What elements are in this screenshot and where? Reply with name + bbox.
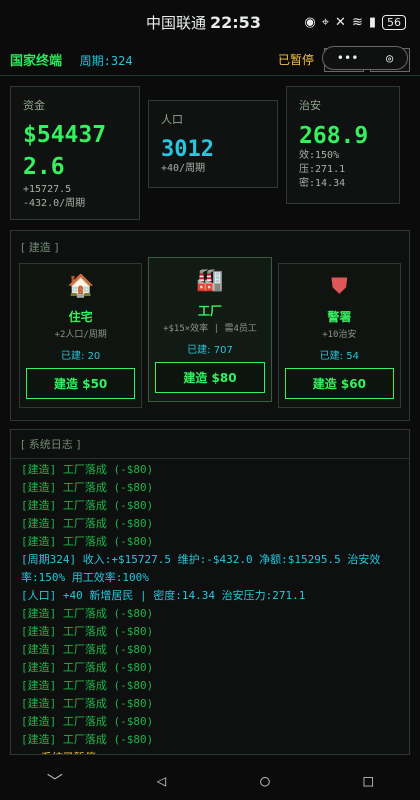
money-label: 资金 <box>23 99 45 112</box>
build-name: 工厂 <box>197 304 222 318</box>
population-card: 人口 3012 +40/周期 <box>148 100 278 188</box>
security-density: 密:14.34 <box>299 178 346 189</box>
money-value: $54437 2.6 <box>23 122 107 180</box>
population-label: 人口 <box>161 113 183 126</box>
carrier-label: 中国联通 <box>146 13 207 32</box>
status-bar: 中国联通 22:53 ◉ ⌖ ✕ ≋ ▮ 56 <box>0 0 420 44</box>
chevron-down-icon[interactable]: ﹀ <box>47 768 63 792</box>
miniprogram-capsule: ••• ◎ <box>322 46 408 70</box>
population-delta: +40/周期 <box>161 163 206 174</box>
home-icon[interactable]: ○ <box>260 771 270 790</box>
house-icon: 🏠 <box>66 274 95 299</box>
log-line: [建造] 工厂落成 (-$80) <box>21 715 154 728</box>
mute-icon: ✕ <box>335 14 346 30</box>
log-line: [建造] 工厂落成 (-$80) <box>21 463 154 476</box>
factory-icon: 🏭 <box>196 268 224 293</box>
app-title: 国家终端 <box>10 54 63 69</box>
signal-icon: ▮ <box>368 14 376 30</box>
log-line: [建造] 工厂落成 (-$80) <box>21 643 154 656</box>
build-card-factory: 🏭 工厂 +$15×效率 | 需4员工 已建: 707 建造 $80 <box>148 257 272 402</box>
build-card-police: ⛊ 警署 +10治安 已建: 54 建造 $60 <box>277 263 401 408</box>
battery-icon: 56 <box>382 14 406 30</box>
eye-icon: ◉ <box>304 14 316 30</box>
build-desc: +2人口/周期 <box>54 330 107 340</box>
security-card: 治安 268.9 效:150% 压:271.1 密:14.34 <box>286 86 400 204</box>
build-name: 警署 <box>327 310 352 324</box>
population-value: 3012 <box>161 137 214 162</box>
system-nav-bar: ﹀ ◁ ○ □ <box>0 760 420 800</box>
build-house-button[interactable]: 建造 $50 <box>26 368 136 399</box>
log-line: [人口] +40 新增居民 | 密度:14.34 治安压力:271.1 <box>21 589 306 602</box>
build-desc: +10治安 <box>322 330 357 340</box>
build-name: 住宅 <box>68 310 93 324</box>
paused-label: 已暂停 <box>277 53 314 67</box>
money-income: +15727.5 <box>23 184 72 195</box>
log-line: [建造] 工厂落成 (-$80) <box>21 697 154 710</box>
log-line: [建造] 工厂落成 (-$80) <box>21 607 154 620</box>
system-log[interactable]: [ 系统日志 ] [建造] 工厂落成 (-$80) [建造] 工厂落成 (-$80… <box>10 429 410 755</box>
log-line: [建造] 工厂落成 (-$80) <box>21 733 154 746</box>
log-line: [建造] 工厂落成 (-$80) <box>21 499 154 512</box>
log-line: >> 系统已暂停 << <box>21 749 399 754</box>
log-line: [周期324] 收入:+$15727.5 维护:-$432.0 净额:$1529… <box>21 553 381 584</box>
build-panel: [ 建造 ] 🏠 住宅 +2人口/周期 已建: 20 建造 $50 🏭 工厂 +… <box>10 230 410 421</box>
security-label: 治安 <box>299 99 321 112</box>
log-line: [建造] 工厂落成 (-$80) <box>21 535 154 548</box>
close-icon[interactable]: ◎ <box>386 51 393 65</box>
log-body: [建造] 工厂落成 (-$80) [建造] 工厂落成 (-$80) [建造] 工厂落… <box>11 459 409 754</box>
log-line: [建造] 工厂落成 (-$80) <box>21 679 154 692</box>
build-factory-button[interactable]: 建造 $80 <box>155 362 265 393</box>
clock: 22:53 <box>210 12 261 32</box>
log-line: [建造] 工厂落成 (-$80) <box>21 481 154 494</box>
stats-row: 资金 $54437 2.6 +15727.5 -432.0/周期 人口 3012… <box>0 76 420 220</box>
log-line: [建造] 工厂落成 (-$80) <box>21 517 154 530</box>
shield-icon: ⛊ <box>331 274 348 299</box>
security-value: 268.9 <box>299 123 369 149</box>
build-count: 已建: 20 <box>61 351 101 362</box>
log-line: [建造] 工厂落成 (-$80) <box>21 625 154 638</box>
build-police-button[interactable]: 建造 $60 <box>284 368 394 399</box>
security-efficiency: 效:150% <box>299 150 340 161</box>
log-title: [ 系统日志 ] <box>11 430 409 459</box>
build-count: 已建: 54 <box>319 351 359 362</box>
log-line: [建造] 工厂落成 (-$80) <box>21 661 154 674</box>
recent-apps-icon[interactable]: □ <box>363 771 373 790</box>
build-desc: +$15×效率 | 需4员工 <box>163 324 257 334</box>
money-card: 资金 $54437 2.6 +15727.5 -432.0/周期 <box>10 86 140 220</box>
build-count: 已建: 707 <box>187 345 233 356</box>
security-pressure: 压:271.1 <box>299 164 346 175</box>
back-icon[interactable]: ◁ <box>157 771 167 790</box>
location-icon: ⌖ <box>321 14 330 30</box>
period-counter: 周期:324 <box>79 54 133 68</box>
wifi-icon: ≋ <box>351 14 363 30</box>
money-expense: -432.0/周期 <box>23 198 86 209</box>
build-card-house: 🏠 住宅 +2人口/周期 已建: 20 建造 $50 <box>19 263 143 408</box>
more-icon[interactable]: ••• <box>337 51 359 65</box>
